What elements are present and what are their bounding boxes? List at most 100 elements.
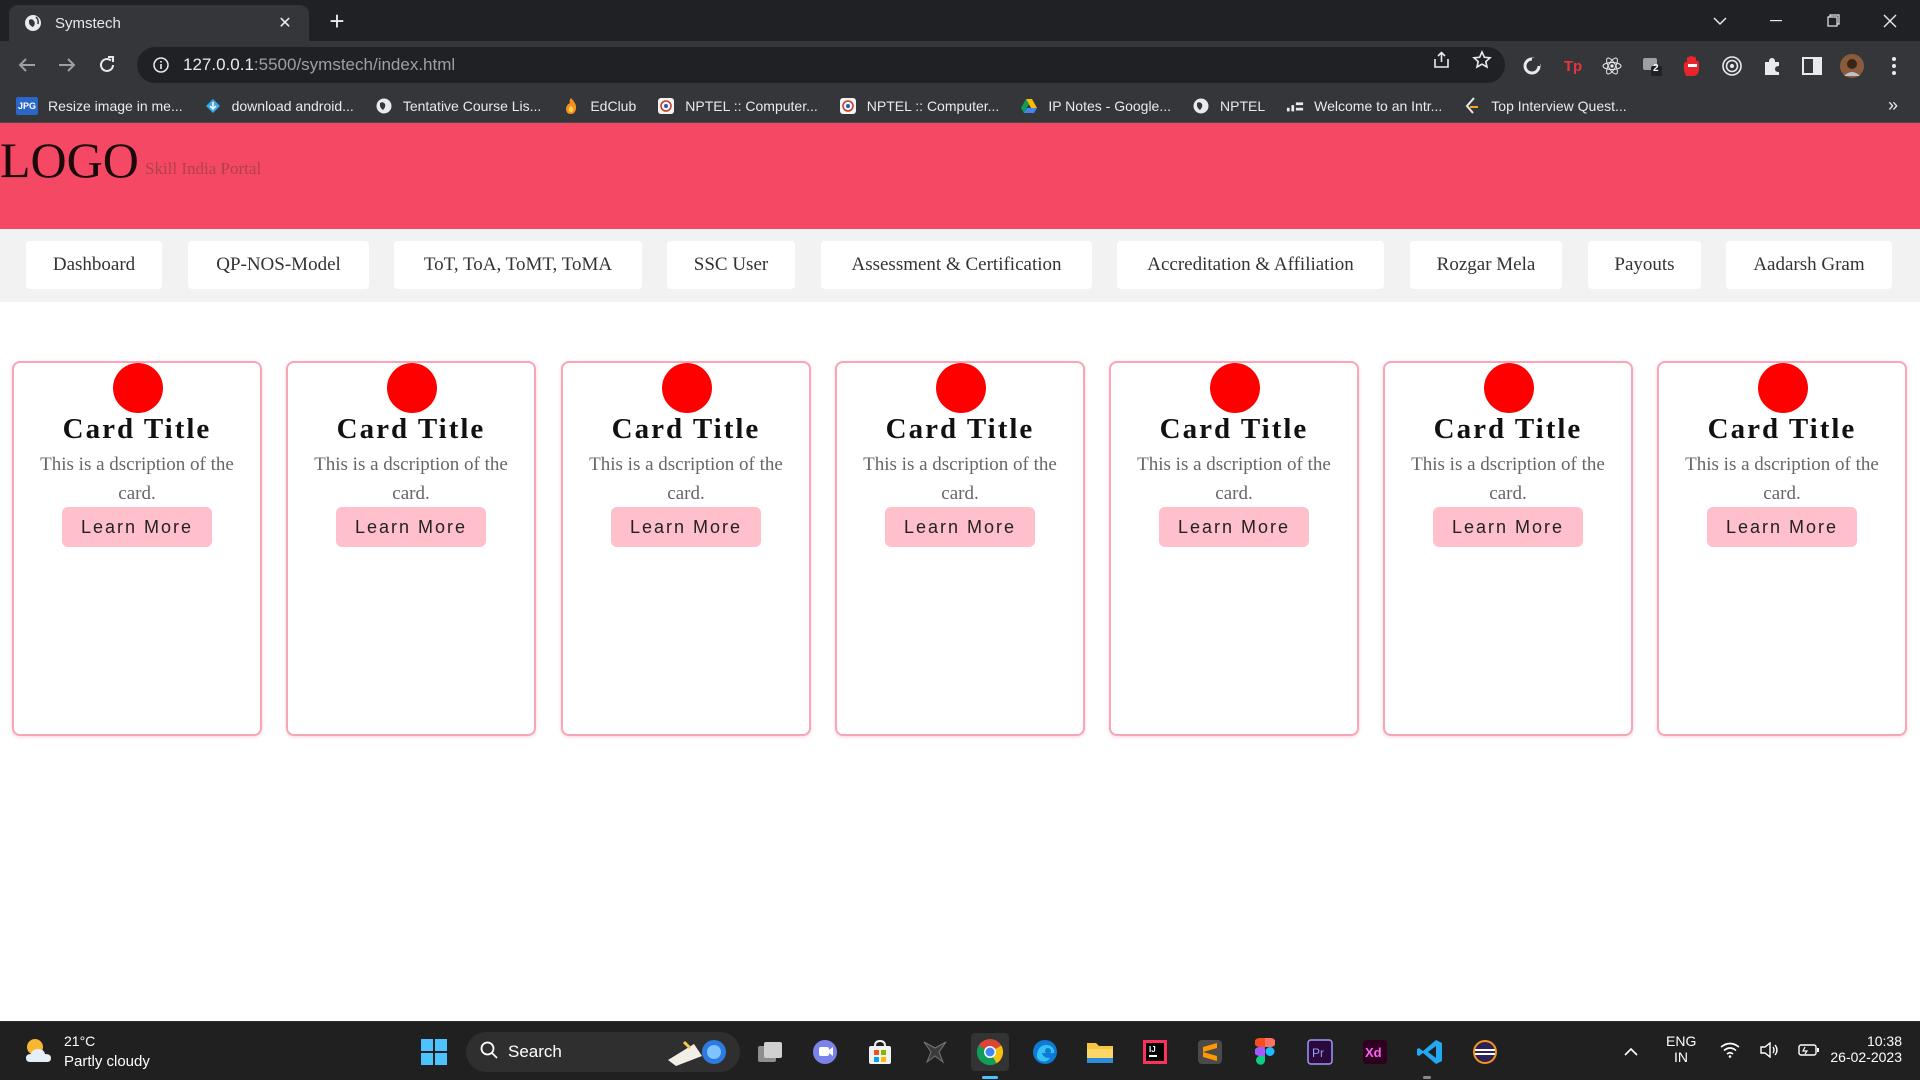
microsoft-store-icon[interactable] [861, 1033, 899, 1071]
figma-icon[interactable] [1246, 1033, 1284, 1071]
bookmark-item[interactable]: JPG Resize image in me... [16, 96, 183, 115]
chrome-menu-icon[interactable] [1882, 54, 1906, 78]
premiere-pro-icon[interactable]: Pr [1301, 1033, 1339, 1071]
eclipse-icon[interactable] [1466, 1033, 1504, 1071]
back-button[interactable] [11, 49, 43, 81]
start-icon[interactable] [415, 1033, 453, 1071]
bookmark-item[interactable]: Tentative Course Lis... [375, 97, 541, 115]
bookmark-item[interactable]: EdClub [562, 97, 636, 115]
card-circle [387, 363, 437, 413]
card-description: This is a dscription of the card. [314, 454, 508, 504]
card: Card Title This is a dscription of the c… [1109, 361, 1359, 736]
extension-badge-count: 2 [1653, 63, 1659, 74]
teams-chat-icon[interactable] [806, 1033, 844, 1071]
bookmark-item[interactable]: NPTEL :: Computer... [839, 97, 1000, 115]
bookmark-item[interactable]: NPTEL [1192, 97, 1265, 115]
bookmark-star-icon[interactable] [1468, 49, 1496, 71]
extensions-puzzle-icon[interactable] [1760, 54, 1784, 78]
restore-button[interactable] [1805, 0, 1861, 41]
browser-tab-strip: Symstech ✕ + [0, 0, 1920, 41]
learn-more-button[interactable]: Learn More [1707, 507, 1857, 547]
weather-partly-cloudy-icon[interactable] [22, 1034, 56, 1068]
nav-aadarsh-gram[interactable]: Aadarsh Gram [1726, 241, 1892, 289]
card-title: Card Title [885, 413, 1035, 445]
bookmark-item[interactable]: NPTEL :: Computer... [657, 97, 818, 115]
clock-date: 26-02-2023 [1830, 1049, 1902, 1065]
profile-avatar[interactable] [1840, 54, 1864, 78]
close-tab-icon[interactable]: ✕ [275, 13, 295, 33]
nav-assessment-certification[interactable]: Assessment & Certification [821, 241, 1092, 289]
adblock-icon[interactable] [1680, 54, 1704, 78]
bookmark-item[interactable]: Welcome to an Intr... [1286, 97, 1442, 115]
reload-button[interactable] [91, 49, 123, 81]
card: Card Title This is a dscription of the c… [561, 361, 811, 736]
acer-app-icon[interactable] [916, 1033, 954, 1071]
show-hidden-icons-chevron[interactable] [1612, 1033, 1650, 1071]
card-description: This is a dscription of the card. [1137, 454, 1331, 504]
minimize-button[interactable] [1748, 0, 1804, 41]
file-explorer-icon[interactable] [1081, 1033, 1119, 1071]
card-title: Card Title [1159, 413, 1309, 445]
new-tab-button[interactable]: + [323, 7, 351, 35]
share-icon[interactable] [1428, 49, 1456, 71]
nav-dashboard[interactable]: Dashboard [26, 241, 162, 289]
bookmark-item[interactable]: download android... [204, 97, 354, 115]
nav-qp-nos-model[interactable]: QP-NOS-Model [188, 241, 369, 289]
more-bookmarks-button[interactable]: » [1888, 95, 1898, 116]
sublime-text-icon[interactable] [1191, 1033, 1229, 1071]
learn-more-button[interactable]: Learn More [62, 507, 212, 547]
drive-icon [1020, 97, 1038, 115]
extension-refresh-icon[interactable] [1520, 54, 1544, 78]
weather-desc[interactable]: Partly cloudy [64, 1053, 150, 1070]
card-description: This is a dscription of the card. [863, 454, 1057, 504]
card-circle [1758, 363, 1808, 413]
bookmark-item[interactable]: IP Notes - Google... [1020, 97, 1171, 115]
nav-ssc-user[interactable]: SSC User [667, 241, 795, 289]
learn-more-button[interactable]: Learn More [336, 507, 486, 547]
site-header: LOGO Skill India Portal [0, 123, 1920, 229]
card-title: Card Title [1433, 413, 1583, 445]
vscode-icon[interactable] [1411, 1033, 1449, 1071]
tab-search-icon[interactable] [1692, 0, 1748, 41]
learn-more-button[interactable]: Learn More [611, 507, 761, 547]
nav-accreditation-affiliation[interactable]: Accreditation & Affiliation [1117, 241, 1384, 289]
windows-taskbar: 21°C Partly cloudy Search IJ Pr Xd ENG I… [0, 1021, 1920, 1080]
close-window-button[interactable] [1862, 0, 1918, 41]
card-title: Card Title [62, 413, 212, 445]
bookmark-label: NPTEL [1220, 97, 1266, 114]
browser-tab-active[interactable]: Symstech ✕ [9, 5, 309, 41]
card: Card Title This is a dscription of the c… [286, 361, 536, 736]
nav-rozgar-mela[interactable]: Rozgar Mela [1410, 241, 1562, 289]
card-description: This is a dscription of the card. [1685, 454, 1879, 504]
side-panel-icon[interactable] [1800, 54, 1824, 78]
taskbar-search-box[interactable]: Search [466, 1032, 740, 1072]
globe-icon [1192, 97, 1210, 115]
forward-button[interactable] [51, 49, 83, 81]
bookmark-label: NPTEL :: Computer... [866, 97, 1000, 114]
bookmark-item[interactable]: Top Interview Quest... [1463, 96, 1627, 115]
tp-extension-icon[interactable]: Tp [1561, 54, 1585, 78]
site-info-icon[interactable] [151, 55, 171, 75]
bookmark-label: Top Interview Quest... [1491, 97, 1627, 114]
weather-temp[interactable]: 21°C [64, 1033, 95, 1049]
svg-text:IJ: IJ [1149, 1045, 1156, 1054]
nav-payouts[interactable]: Payouts [1588, 241, 1701, 289]
react-devtools-icon[interactable] [1600, 54, 1624, 78]
target-extension-icon[interactable] [1720, 54, 1744, 78]
site-logo[interactable]: LOGO [0, 131, 139, 189]
card: Card Title This is a dscription of the c… [1383, 361, 1633, 736]
adobe-xd-icon[interactable]: Xd [1356, 1033, 1394, 1071]
language-indicator[interactable]: ENG IN [1666, 1033, 1696, 1065]
learn-more-button[interactable]: Learn More [1159, 507, 1309, 547]
extension-badge-icon[interactable]: 2 [1640, 54, 1664, 78]
nav-tot-toa[interactable]: ToT, ToA, ToMT, ToMA [394, 241, 642, 289]
clock[interactable]: 10:38 26-02-2023 [1812, 1033, 1902, 1065]
chrome-icon[interactable] [971, 1033, 1009, 1071]
edge-icon[interactable] [1026, 1033, 1064, 1071]
address-bar[interactable]: 127.0.0.1:5500/symstech/index.html [137, 47, 1505, 83]
task-view-icon[interactable] [751, 1033, 789, 1071]
learn-more-button[interactable]: Learn More [885, 507, 1035, 547]
learn-more-button[interactable]: Learn More [1433, 507, 1583, 547]
intellij-icon[interactable]: IJ [1136, 1033, 1174, 1071]
bookmark-label: Resize image in me... [48, 97, 183, 114]
